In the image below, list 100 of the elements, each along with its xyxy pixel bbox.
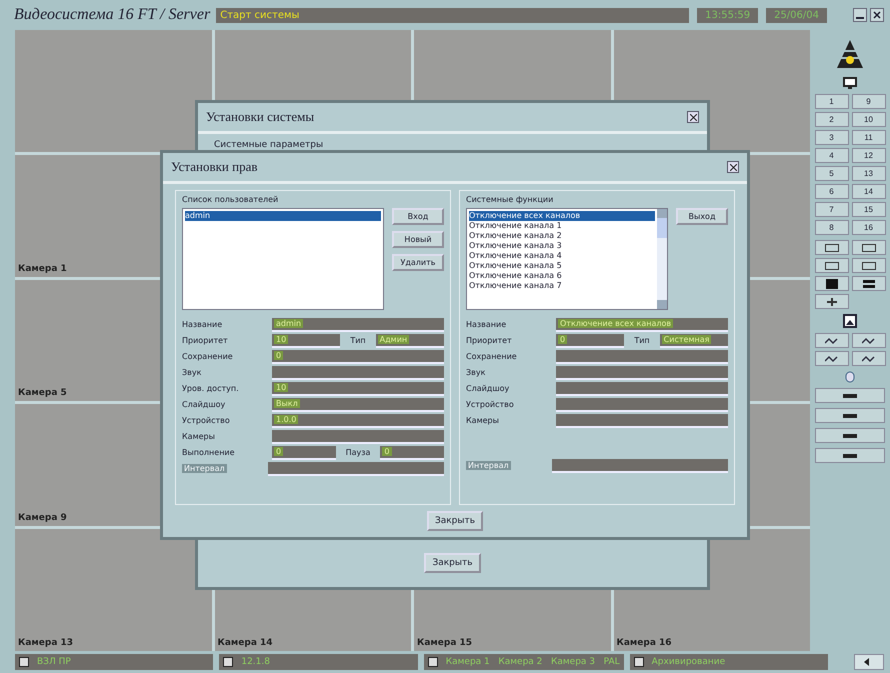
status-text: Архивирование	[652, 657, 726, 667]
close-button[interactable]	[687, 111, 699, 123]
layout-button[interactable]	[814, 240, 848, 255]
camera-button[interactable]: 6	[814, 184, 848, 199]
input-field[interactable]	[272, 366, 444, 380]
tool-button[interactable]	[814, 333, 848, 348]
field-label: Устройство	[466, 400, 515, 409]
camera-button[interactable]: 13	[852, 166, 886, 181]
tool-icon	[842, 412, 858, 420]
wave-icon	[824, 354, 838, 362]
camera-button[interactable]: 4	[814, 148, 848, 163]
camera-button[interactable]: 15	[852, 202, 886, 217]
layout-button[interactable]	[852, 258, 886, 273]
scrollbar[interactable]	[657, 209, 667, 309]
date-field: 25/06/04	[766, 8, 827, 22]
field-label: Пауза	[344, 448, 372, 457]
camera-button[interactable]: 3	[814, 130, 848, 145]
camera-button[interactable]: 2	[814, 112, 848, 127]
camera-label: Камера 15	[417, 638, 472, 648]
camera-view[interactable]: Камера 13	[15, 529, 212, 651]
list-item[interactable]: Отключение канала 6	[469, 271, 655, 281]
dialog-title: Установки системы	[206, 109, 314, 125]
tool-icon	[842, 452, 858, 460]
close-icon	[873, 11, 881, 19]
monitor-icon	[843, 77, 857, 89]
list-item[interactable]: Отключение канала 3	[469, 241, 655, 251]
tool-button[interactable]	[852, 351, 886, 366]
list-item[interactable]: Отключение канала 1	[469, 221, 655, 231]
input-field[interactable]	[272, 430, 444, 444]
input-field[interactable]	[556, 366, 728, 380]
list-item[interactable]: Отключение канала 4	[469, 251, 655, 261]
field-label: Сохранение	[466, 352, 518, 361]
close-dialog-button[interactable]: Закрыть	[424, 553, 481, 573]
panel-button[interactable]: Выход	[676, 208, 728, 225]
field-label: Название	[466, 320, 508, 329]
tool-button[interactable]	[814, 351, 848, 366]
field-label: Звук	[182, 368, 202, 377]
wave-icon	[824, 336, 838, 344]
tool-button[interactable]	[815, 408, 885, 423]
tool-icon	[842, 432, 858, 440]
camera-button[interactable]: 12	[852, 148, 886, 163]
tool-button[interactable]	[815, 428, 885, 443]
wave-icon	[862, 336, 876, 344]
field-label: Звук	[466, 368, 486, 377]
panel-button[interactable]: Вход	[392, 208, 444, 225]
list-item[interactable]: Отключение всех каналов	[469, 211, 655, 221]
layout-icon	[862, 262, 876, 270]
camera-button[interactable]: 10	[852, 112, 886, 127]
list-item[interactable]: Отключение канала 2	[469, 231, 655, 241]
camera-button[interactable]: 16	[852, 220, 886, 235]
layout-icon	[862, 244, 876, 252]
field-label: Приоритет	[466, 336, 513, 345]
close-button[interactable]	[870, 8, 884, 22]
camera-label: Камера 14	[218, 638, 273, 648]
status-field: Старт системы	[216, 8, 690, 22]
camera-button[interactable]: 8	[814, 220, 848, 235]
back-button[interactable]	[854, 654, 884, 670]
plus-icon	[826, 298, 836, 306]
minimize-button[interactable]	[853, 8, 867, 22]
camera-label: Камера 13	[18, 638, 74, 648]
camera-button[interactable]: 11	[852, 130, 886, 145]
list-item[interactable]: Отключение канала 5	[469, 261, 655, 271]
layout-button[interactable]	[814, 294, 848, 309]
tool-button[interactable]	[815, 388, 885, 403]
layout-icon	[824, 244, 838, 252]
input-field[interactable]	[556, 398, 728, 412]
tool-icon	[842, 392, 858, 400]
camera-label: Камера 16	[616, 638, 672, 648]
tool-button[interactable]	[815, 448, 885, 463]
close-dialog-button[interactable]: Закрыть	[426, 511, 484, 531]
layout-button[interactable]	[852, 276, 886, 291]
layout-button[interactable]	[814, 258, 848, 273]
square-icon	[826, 278, 838, 288]
camera-button[interactable]: 9	[852, 94, 886, 109]
close-icon	[690, 114, 696, 120]
input-field[interactable]	[268, 462, 444, 476]
field-label: Тип	[349, 336, 367, 345]
input-field[interactable]	[552, 458, 728, 472]
list-item[interactable]: admin	[185, 211, 381, 221]
close-button[interactable]	[727, 161, 739, 173]
camera-button[interactable]: 1	[814, 94, 848, 109]
layout-icon	[824, 262, 838, 270]
close-icon	[730, 164, 736, 170]
input-field[interactable]	[556, 414, 728, 428]
status-text: 12.1.8	[241, 657, 270, 667]
panel-button[interactable]: Удалить	[392, 254, 444, 271]
equals-icon	[862, 280, 874, 288]
field-label: Слайдшоу	[466, 384, 510, 393]
input-field[interactable]	[556, 350, 728, 364]
camera-button[interactable]: 14	[852, 184, 886, 199]
camera-label: Камера 9	[18, 513, 67, 524]
layout-button[interactable]	[852, 240, 886, 255]
input-field[interactable]	[556, 382, 728, 396]
layout-button[interactable]	[814, 276, 848, 291]
panel-button[interactable]: Новый	[392, 231, 444, 248]
list-item[interactable]: Отключение канала 7	[469, 281, 655, 291]
camera-button[interactable]: 7	[814, 202, 848, 217]
tool-button[interactable]	[852, 333, 886, 348]
camera-button[interactable]: 5	[814, 166, 848, 181]
screen-icon	[843, 314, 857, 328]
